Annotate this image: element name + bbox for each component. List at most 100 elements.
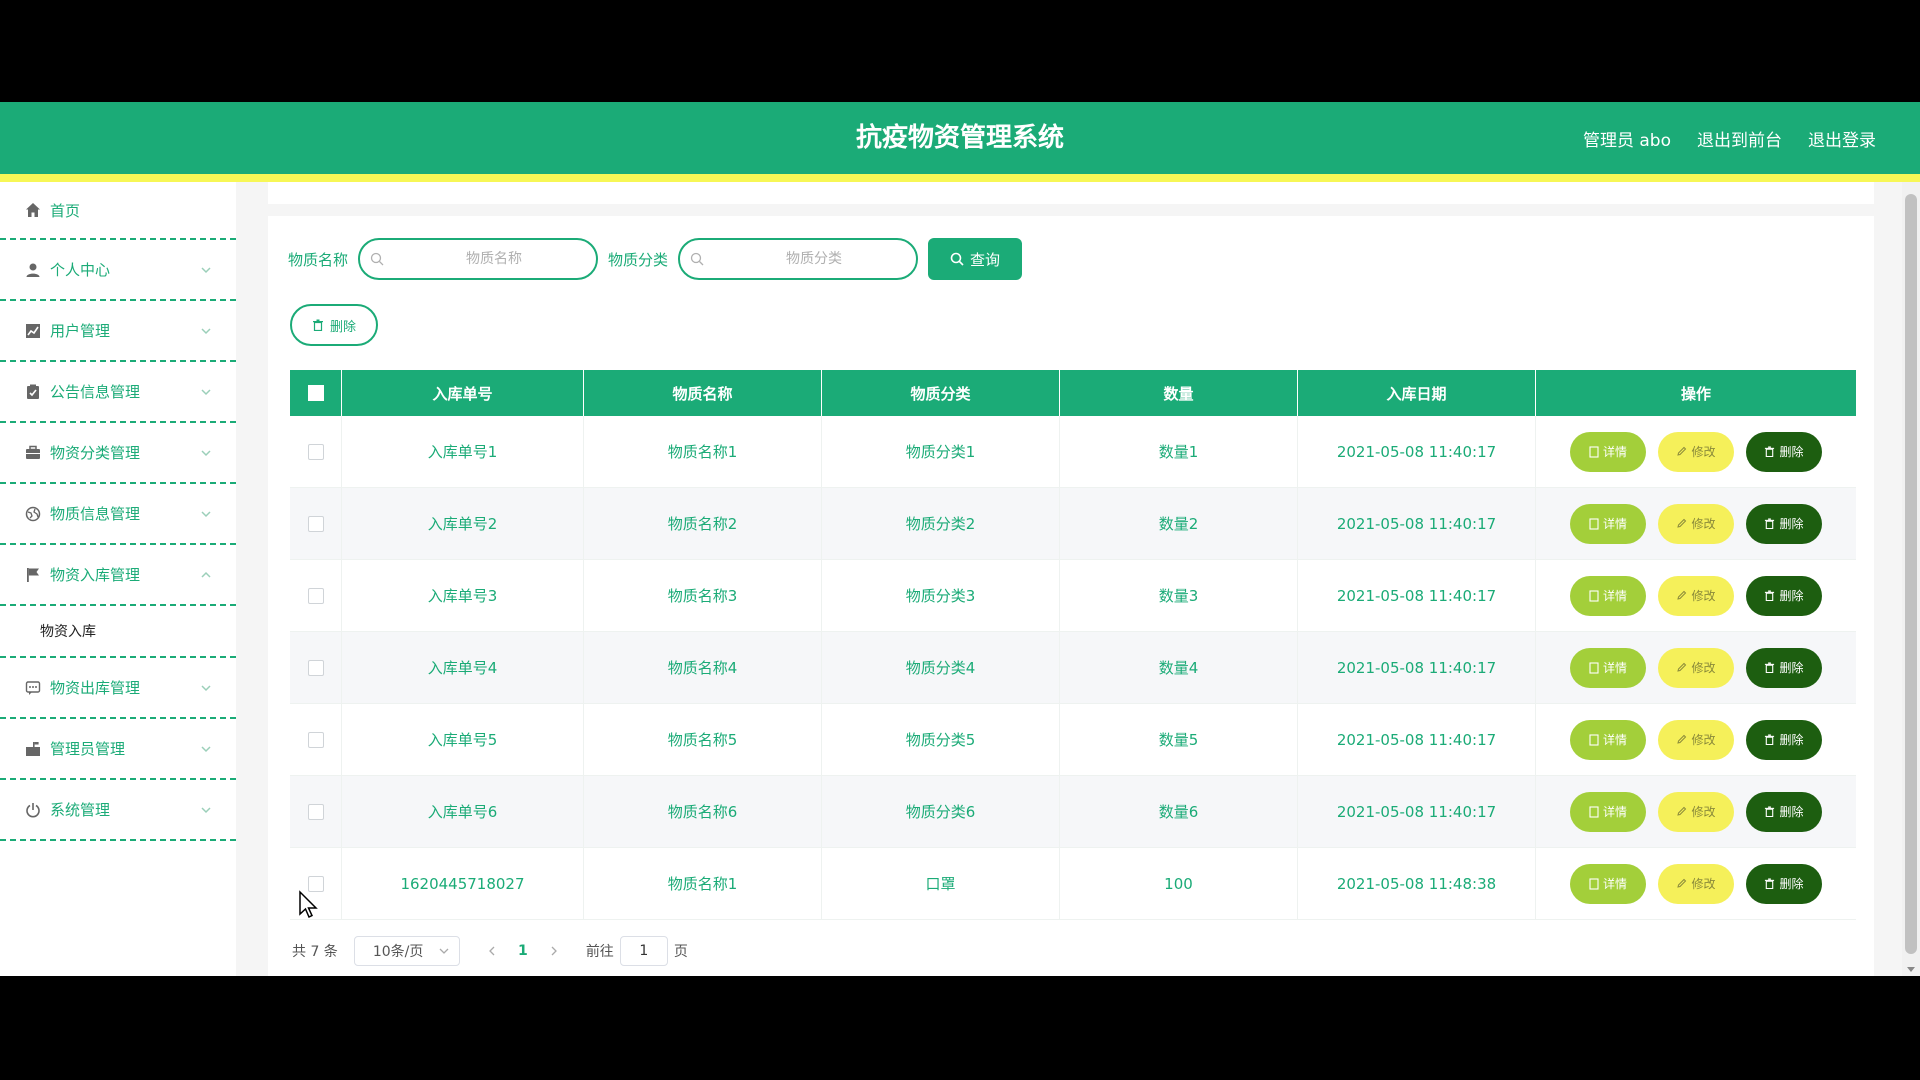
detail-button[interactable]: 详情 <box>1570 503 1646 544</box>
sidebar-item-users[interactable]: 用户管理 <box>0 301 236 362</box>
edit-button[interactable]: 修改 <box>1658 503 1734 544</box>
row-checkbox[interactable] <box>307 515 324 532</box>
name-search-input[interactable] <box>360 240 597 278</box>
delete-button-label: 删除 <box>1779 445 1804 459</box>
trash-icon <box>1765 518 1775 529</box>
cell-material-category: 口罩 <box>822 848 1060 919</box>
edit-button-label: 修改 <box>1691 661 1716 675</box>
cell-quantity: 数量5 <box>1060 704 1298 775</box>
page-number[interactable]: 1 <box>502 943 544 959</box>
cell-material-name: 物质名称4 <box>584 632 822 703</box>
cell-actions: 详情 修改 删除 <box>1536 416 1856 487</box>
delete-button[interactable]: 删除 <box>1746 431 1822 472</box>
delete-button-label: 删除 <box>1779 517 1804 531</box>
trash-icon <box>1765 590 1775 601</box>
query-button[interactable]: 查询 <box>928 238 1023 280</box>
category-search-input[interactable] <box>680 240 917 278</box>
row-checkbox-cell <box>290 488 342 559</box>
delete-button[interactable]: 删除 <box>1746 575 1822 616</box>
sidebar-item-label: 物质信息管理 <box>50 505 141 523</box>
chevron-left-icon <box>488 946 495 956</box>
sidebar-item-categories[interactable]: 物资分类管理 <box>0 423 236 484</box>
row-checkbox[interactable] <box>307 803 324 820</box>
sidebar-item-profile[interactable]: 个人中心 <box>0 240 236 301</box>
batch-delete-button[interactable]: 删除 <box>290 304 378 346</box>
table-body: 入库单号1 物质名称1 物质分类1 数量1 2021-05-08 11:40:1… <box>290 416 1856 920</box>
document-icon <box>1589 805 1599 818</box>
cell-quantity: 数量4 <box>1060 632 1298 703</box>
edit-button-label: 修改 <box>1691 733 1716 747</box>
pagination-total: 共 7 条 <box>292 944 338 960</box>
prev-page-button[interactable] <box>482 941 502 961</box>
delete-button[interactable]: 删除 <box>1746 863 1822 904</box>
edit-button-label: 修改 <box>1691 445 1716 459</box>
row-checkbox[interactable] <box>307 731 324 748</box>
edit-button[interactable]: 修改 <box>1658 863 1734 904</box>
goto-suffix: 页 <box>673 944 688 960</box>
edit-button[interactable]: 修改 <box>1658 647 1734 688</box>
name-search-field[interactable] <box>358 238 599 280</box>
edit-button[interactable]: 修改 <box>1658 719 1734 760</box>
sidebar-item-admins[interactable]: 管理员管理 <box>0 719 236 780</box>
delete-button[interactable]: 删除 <box>1746 503 1822 544</box>
edit-button[interactable]: 修改 <box>1658 431 1734 472</box>
delete-button[interactable]: 删除 <box>1746 791 1822 832</box>
table-row: 入库单号2 物质名称2 物质分类2 数量2 2021-05-08 11:40:1… <box>290 488 1856 560</box>
row-checkbox[interactable] <box>307 443 324 460</box>
row-checkbox[interactable] <box>307 659 324 676</box>
cell-inbound-date: 2021-05-08 11:40:17 <box>1298 632 1536 703</box>
cell-inbound-date: 2021-05-08 11:48:38 <box>1298 848 1536 919</box>
sidebar-item-materials[interactable]: 物质信息管理 <box>0 484 236 545</box>
page-size-select[interactable]: 10条/页 <box>353 936 460 966</box>
table-row: 1620445718027 物质名称1 口罩 100 2021-05-08 11… <box>290 848 1856 920</box>
page-scrollbar[interactable] <box>1902 182 1920 976</box>
cell-actions: 详情 修改 删除 <box>1536 776 1856 847</box>
detail-button[interactable]: 详情 <box>1570 431 1646 472</box>
detail-button[interactable]: 详情 <box>1570 791 1646 832</box>
trash-icon <box>312 319 323 331</box>
to-front-link[interactable]: 退出到前台 <box>1697 126 1782 151</box>
detail-button[interactable]: 详情 <box>1570 863 1646 904</box>
category-search-field[interactable] <box>678 238 919 280</box>
scroll-down-icon[interactable] <box>1906 964 1916 974</box>
document-icon <box>1589 589 1599 602</box>
goto-page-input[interactable] <box>619 936 668 966</box>
row-checkbox-cell <box>290 416 342 487</box>
delete-button[interactable]: 删除 <box>1746 647 1822 688</box>
scrollbar-thumb[interactable] <box>1905 194 1917 954</box>
trash-icon <box>1765 734 1775 745</box>
edit-button[interactable]: 修改 <box>1658 791 1734 832</box>
sidebar-item-notices[interactable]: 公告信息管理 <box>0 362 236 423</box>
chevron-down-icon <box>201 388 211 395</box>
row-checkbox[interactable] <box>307 587 324 604</box>
sidebar-subitem-inbound[interactable]: 物资入库 <box>0 606 236 658</box>
edit-button-label: 修改 <box>1691 877 1716 891</box>
row-checkbox-cell <box>290 560 342 631</box>
detail-button[interactable]: 详情 <box>1570 647 1646 688</box>
cell-inbound-date: 2021-05-08 11:40:17 <box>1298 488 1536 559</box>
search-icon <box>370 252 384 266</box>
cell-material-name: 物质名称1 <box>584 416 822 487</box>
logout-link[interactable]: 退出登录 <box>1808 126 1876 151</box>
sidebar-item-outbound[interactable]: 物资出库管理 <box>0 658 236 719</box>
sidebar-item-system[interactable]: 系统管理 <box>0 780 236 841</box>
header-actions: 管理员 abo 退出到前台 退出登录 <box>1583 102 1876 174</box>
sidebar-item-label: 管理员管理 <box>50 740 126 758</box>
table-row: 入库单号1 物质名称1 物质分类1 数量1 2021-05-08 11:40:1… <box>290 416 1856 488</box>
sidebar-item-inbound[interactable]: 物资入库管理 <box>0 545 236 606</box>
sidebar: 首页 个人中心 用户管理 公告信息管理 物资分类管理 物质信息管理 物资入库管理… <box>0 182 236 976</box>
detail-button[interactable]: 详情 <box>1570 575 1646 616</box>
delete-button-label: 删除 <box>1779 661 1804 675</box>
delete-button-label: 删除 <box>1779 733 1804 747</box>
sidebar-item-label: 物资出库管理 <box>50 679 141 697</box>
sidebar-item-home[interactable]: 首页 <box>0 182 236 240</box>
delete-button[interactable]: 删除 <box>1746 719 1822 760</box>
edit-button[interactable]: 修改 <box>1658 575 1734 616</box>
pencil-icon <box>1677 518 1687 528</box>
select-all-checkbox[interactable] <box>307 385 324 401</box>
user-label: 管理员 abo <box>1582 130 1671 151</box>
breadcrumb-bar <box>268 182 1874 204</box>
chevron-down-icon <box>201 745 211 752</box>
detail-button[interactable]: 详情 <box>1570 719 1646 760</box>
next-page-button[interactable] <box>544 941 564 961</box>
